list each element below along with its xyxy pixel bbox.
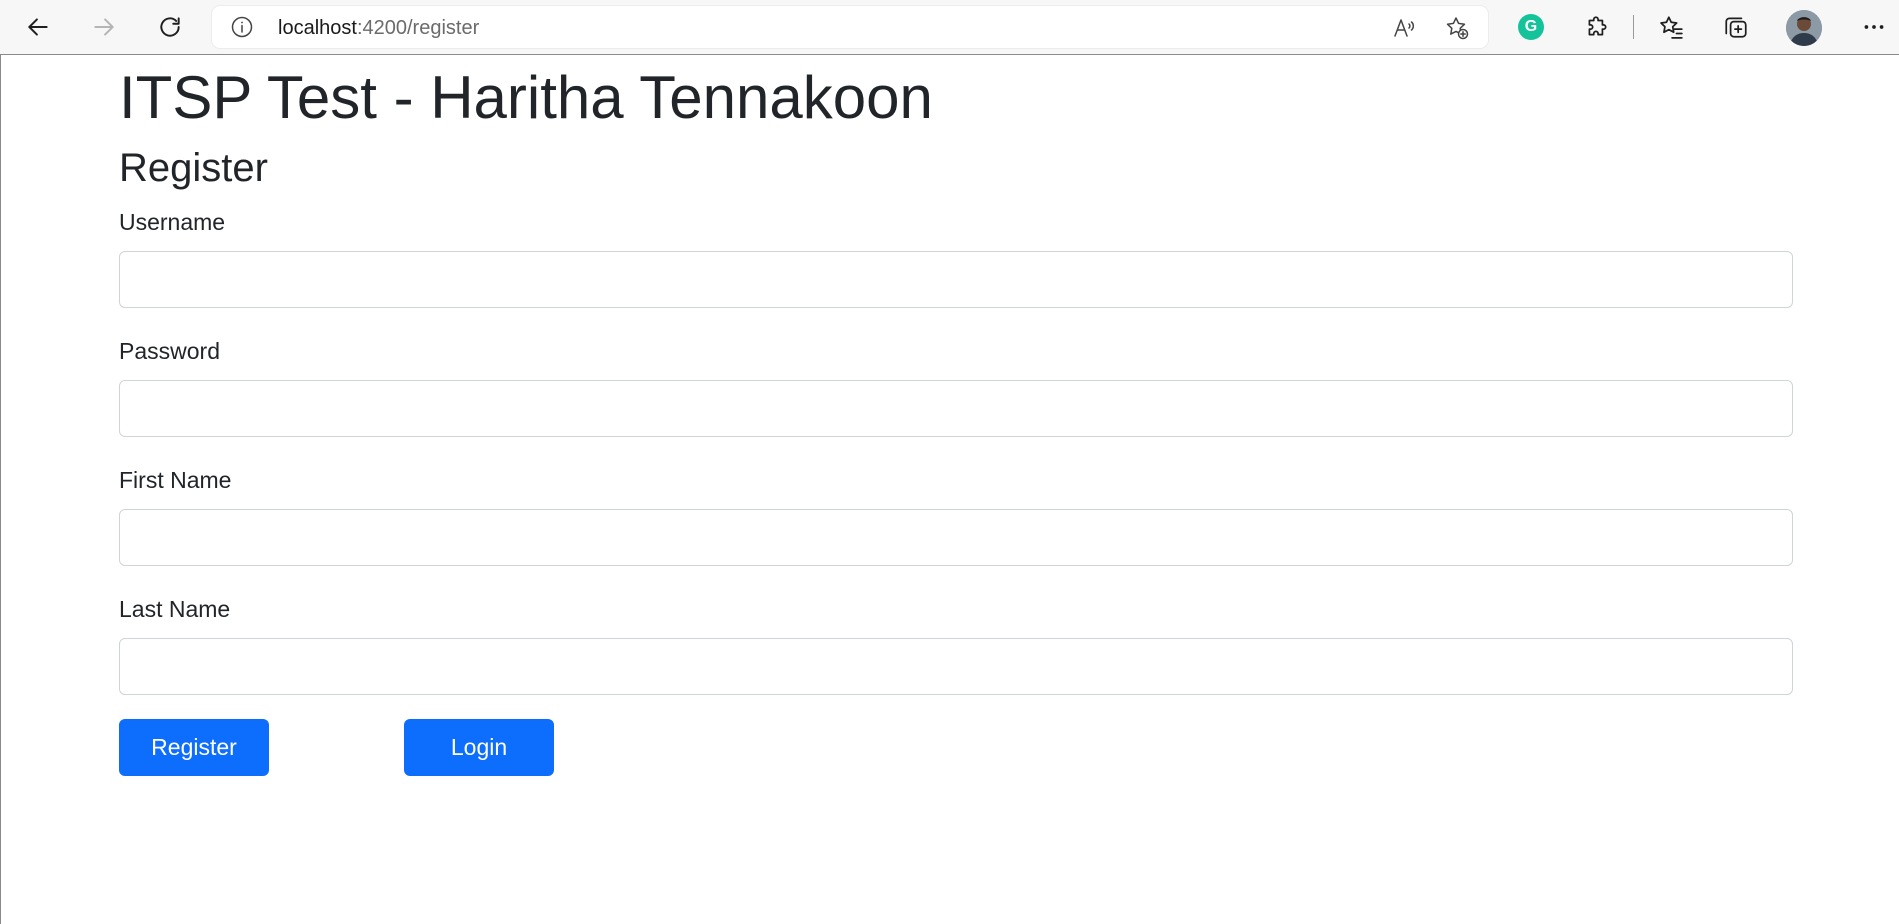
arrow-right-icon [94,18,114,36]
favorites-button[interactable] [1651,8,1691,46]
more-icon [1864,25,1884,29]
page-title: Register [119,146,268,190]
read-aloud-icon[interactable] [1392,15,1418,41]
url-text[interactable]: localhost:4200/register [278,17,479,39]
refresh-icon [160,17,180,37]
username-label: Username [119,209,226,235]
profile-photo [1786,10,1822,46]
first-name-label: First Name [119,467,232,493]
grammarly-letter: G [1524,18,1538,35]
register-button[interactable]: Register [119,719,269,776]
refresh-button[interactable] [150,8,190,46]
puzzle-icon [1588,16,1607,36]
avatar[interactable] [1786,10,1822,46]
app-title: ITSP Test - Haritha Tennakoon [119,64,933,131]
forward-button[interactable] [84,8,124,46]
last-name-label: Last Name [119,596,231,622]
url-path: :4200/register [356,17,480,39]
address-bar[interactable]: localhost:4200/register [212,6,1488,48]
window-border [0,55,1,924]
password-label: Password [119,338,220,364]
login-button[interactable]: Login [404,719,554,776]
browser-toolbar: localhost:4200/register G [0,0,1899,55]
favorites-icon [1660,16,1683,39]
first-name-input[interactable] [119,509,1793,566]
username-input[interactable] [119,251,1793,308]
collections-icon [1725,17,1747,38]
arrow-left-icon [28,18,48,36]
url-host: localhost [278,17,357,39]
toolbar-separator [1633,15,1634,39]
back-button[interactable] [18,8,58,46]
grammarly-extension-icon[interactable]: G [1518,14,1544,40]
last-name-input[interactable] [119,638,1793,695]
password-input[interactable] [119,380,1793,437]
star-add-icon[interactable] [1444,15,1470,41]
extensions-button[interactable] [1577,8,1617,46]
more-button[interactable] [1854,8,1894,46]
collections-button[interactable] [1716,8,1756,46]
info-icon[interactable] [230,15,254,39]
